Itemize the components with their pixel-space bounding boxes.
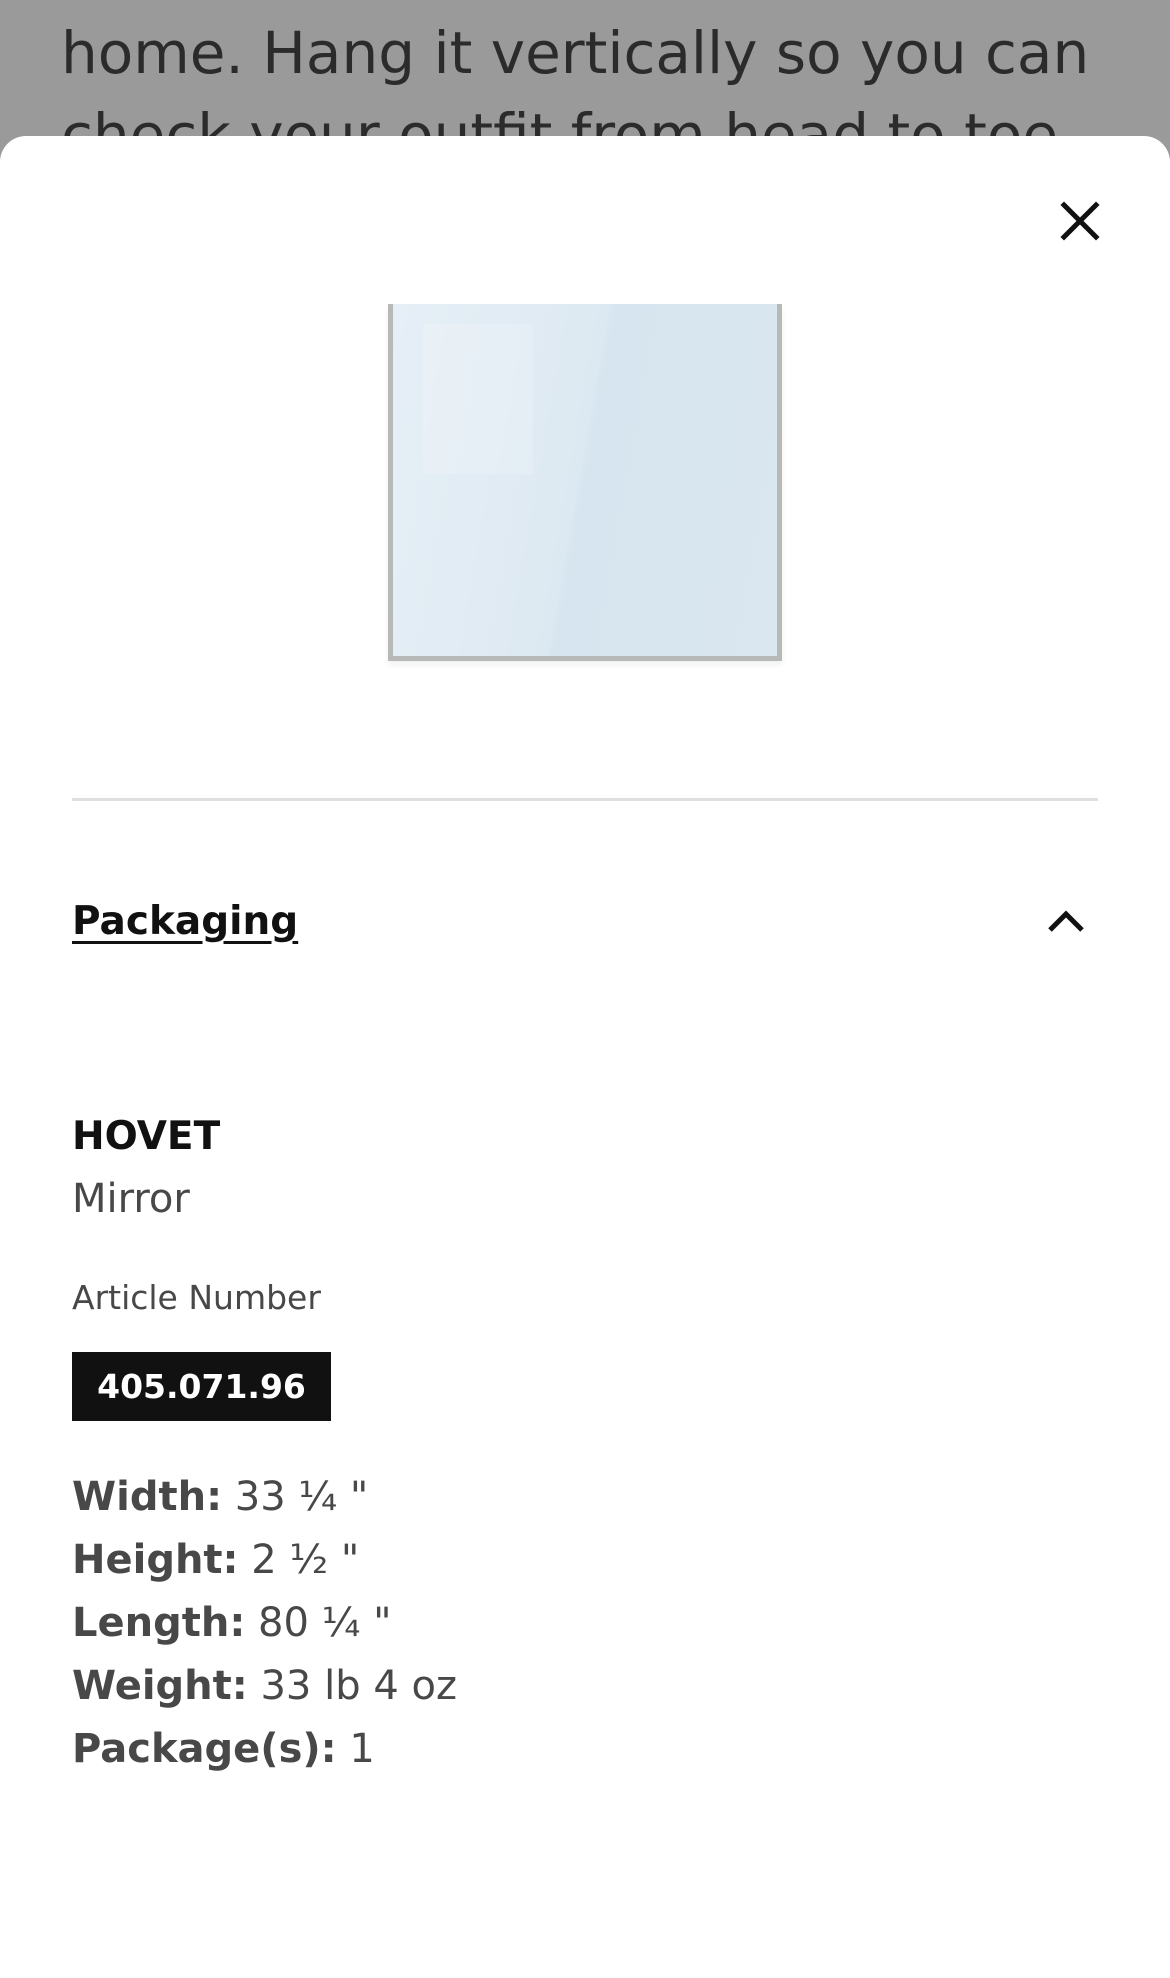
close-button[interactable] bbox=[1037, 178, 1123, 264]
spec-label: Length: bbox=[72, 1600, 246, 1646]
divider bbox=[72, 798, 1098, 801]
product-name: HOVET bbox=[72, 1114, 221, 1159]
product-image bbox=[388, 304, 782, 661]
spec-label: Width: bbox=[72, 1474, 223, 1520]
spec-label: Weight: bbox=[72, 1663, 248, 1709]
spec-value: 2 ½ " bbox=[251, 1537, 360, 1583]
article-number-badge: 405.071.96 bbox=[72, 1352, 331, 1421]
spec-value: 80 ¼ " bbox=[258, 1600, 392, 1646]
background-text-line: home. Hang it vertically so you can bbox=[61, 19, 1090, 87]
packaging-title[interactable]: Packaging bbox=[72, 899, 298, 944]
spec-length: Length: 80 ¼ " bbox=[72, 1592, 457, 1655]
article-number-label: Article Number bbox=[72, 1278, 321, 1317]
spec-packages: Package(s): 1 bbox=[72, 1718, 457, 1781]
chevron-up-icon[interactable] bbox=[1044, 899, 1088, 943]
package-specs: Width: 33 ¼ " Height: 2 ½ " Length: 80 ¼… bbox=[72, 1466, 457, 1781]
spec-width: Width: 33 ¼ " bbox=[72, 1466, 457, 1529]
spec-label: Package(s): bbox=[72, 1726, 337, 1772]
product-type: Mirror bbox=[72, 1176, 190, 1222]
spec-weight: Weight: 33 lb 4 oz bbox=[72, 1655, 457, 1718]
close-icon bbox=[1060, 201, 1100, 241]
packaging-modal: Packaging HOVET Mirror Article Number 40… bbox=[0, 136, 1170, 1978]
spec-height: Height: 2 ½ " bbox=[72, 1529, 457, 1592]
spec-value: 1 bbox=[349, 1726, 375, 1772]
spec-label: Height: bbox=[72, 1537, 239, 1583]
spec-value: 33 lb 4 oz bbox=[260, 1663, 457, 1709]
spec-value: 33 ¼ " bbox=[234, 1474, 369, 1520]
packaging-accordion-header[interactable]: Packaging bbox=[72, 886, 1098, 956]
mirror-glare bbox=[423, 324, 533, 474]
